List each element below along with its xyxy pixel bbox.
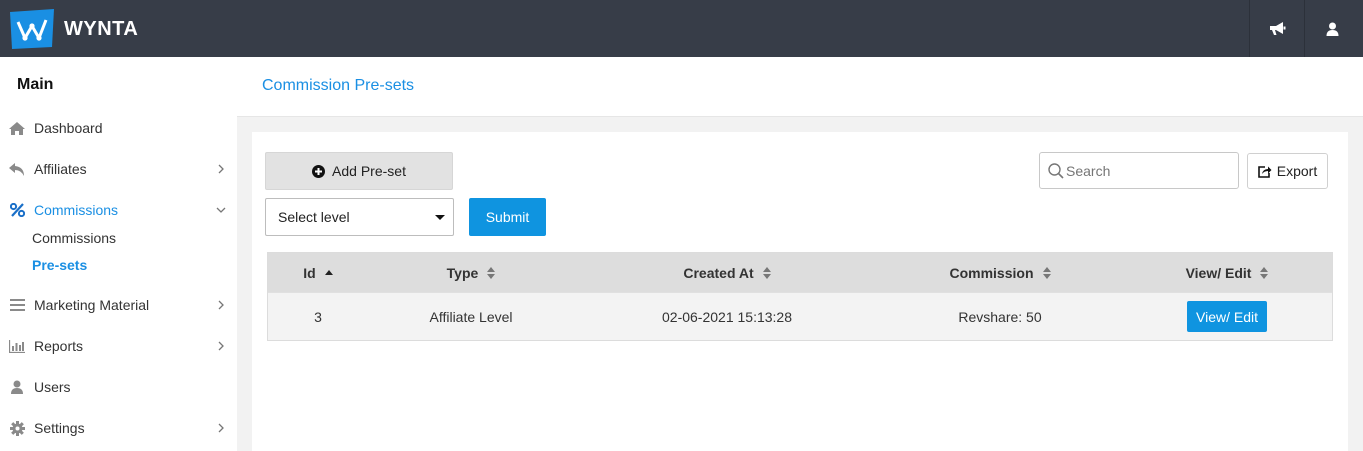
- page-title: Commission Pre-sets: [262, 77, 415, 94]
- sidebar-item-affiliates[interactable]: Affiliates: [0, 157, 237, 181]
- sidebar-item-label: Marketing Material: [34, 297, 150, 313]
- table-header: Id Type Created At Commission View/ Edit: [268, 253, 1332, 292]
- chevron-right-icon: [218, 164, 224, 174]
- presets-table: Id Type Created At Commission View/ Edit…: [267, 252, 1333, 341]
- column-header-id[interactable]: Id: [268, 253, 368, 292]
- sidebar-item-label: Settings: [34, 420, 85, 436]
- sort-icon: [762, 266, 771, 279]
- home-icon: [9, 120, 25, 136]
- search-box: [1039, 152, 1239, 189]
- user-icon: [1326, 22, 1339, 36]
- user-icon: [9, 379, 25, 395]
- sort-icon: [1260, 266, 1269, 279]
- level-select[interactable]: Select level: [265, 198, 454, 236]
- reply-icon: [9, 161, 25, 177]
- sidebar-subitem-presets[interactable]: Pre-sets: [32, 257, 87, 273]
- search-icon: [1048, 163, 1064, 179]
- submit-button[interactable]: Submit: [469, 198, 546, 236]
- percent-icon: [9, 202, 25, 218]
- bullhorn-icon: [1270, 22, 1286, 35]
- sidebar-item-label: Dashboard: [34, 120, 103, 136]
- cell-created-at: 02-06-2021 15:13:28: [662, 308, 792, 325]
- chevron-right-icon: [218, 423, 224, 433]
- sort-icon: [487, 266, 496, 279]
- brand-logo[interactable]: WYNTA: [8, 9, 138, 49]
- sidebar-item-dashboard[interactable]: Dashboard: [0, 116, 237, 140]
- sidebar-item-settings[interactable]: Settings: [0, 416, 237, 440]
- sidebar-item-label: Users: [34, 379, 71, 395]
- column-header-view-edit[interactable]: View/ Edit: [1120, 253, 1334, 292]
- add-preset-label: Add Pre-set: [332, 163, 406, 179]
- sidebar-item-reports[interactable]: Reports: [0, 334, 237, 358]
- content-card: Add Pre-set Select level Submit Export I…: [252, 132, 1348, 451]
- sidebar-item-marketing-material[interactable]: Marketing Material: [0, 293, 237, 317]
- column-header-created-at[interactable]: Created At: [574, 253, 880, 292]
- cell-id: 3: [314, 308, 322, 325]
- column-header-commission[interactable]: Commission: [880, 253, 1120, 292]
- chevron-down-icon: [216, 207, 226, 213]
- export-button[interactable]: Export: [1247, 153, 1328, 189]
- sort-icon: [1042, 266, 1051, 279]
- chevron-right-icon: [218, 300, 224, 310]
- add-preset-button[interactable]: Add Pre-set: [265, 152, 453, 190]
- sidebar-subitem-commissions[interactable]: Commissions: [32, 230, 116, 246]
- cell-commission: Revshare: 50: [958, 308, 1042, 325]
- level-select-value: Select level: [278, 209, 350, 225]
- gear-icon: [9, 420, 25, 436]
- top-bar: WYNTA: [0, 0, 1363, 57]
- sidebar-item-commissions[interactable]: Commissions: [0, 198, 237, 222]
- view-edit-button[interactable]: View/ Edit: [1187, 301, 1267, 332]
- announcements-button[interactable]: [1250, 0, 1305, 57]
- sidebar-item-label: Reports: [34, 338, 84, 354]
- bars-icon: [9, 297, 25, 313]
- sidebar-item-label: Commissions: [34, 202, 119, 218]
- cell-type: Affiliate Level: [429, 308, 513, 325]
- wynta-logo-icon: [10, 9, 54, 49]
- user-menu-button[interactable]: [1305, 0, 1360, 57]
- brand-name: WYNTA: [64, 17, 139, 40]
- sort-asc-icon: [324, 269, 333, 275]
- plus-circle-icon: [312, 164, 326, 178]
- cell-action: View/ Edit: [1120, 293, 1334, 340]
- bar-chart-icon: [9, 338, 25, 354]
- sidebar-item-label: Affiliates: [34, 161, 87, 177]
- caret-down-icon: [435, 215, 445, 220]
- export-label: Export: [1276, 163, 1318, 179]
- page-header: Commission Pre-sets: [237, 57, 1363, 117]
- sidebar-title: Main: [17, 76, 54, 93]
- search-input[interactable]: [1066, 159, 1234, 183]
- sidebar-item-users[interactable]: Users: [0, 375, 237, 399]
- column-header-type[interactable]: Type: [368, 253, 574, 292]
- export-icon: [1257, 165, 1272, 178]
- table-row: 3 Affiliate Level 02-06-2021 15:13:28 Re…: [268, 292, 1332, 340]
- chevron-right-icon: [218, 341, 224, 351]
- sidebar: Main Dashboard Affiliates Commissions Co…: [0, 57, 237, 451]
